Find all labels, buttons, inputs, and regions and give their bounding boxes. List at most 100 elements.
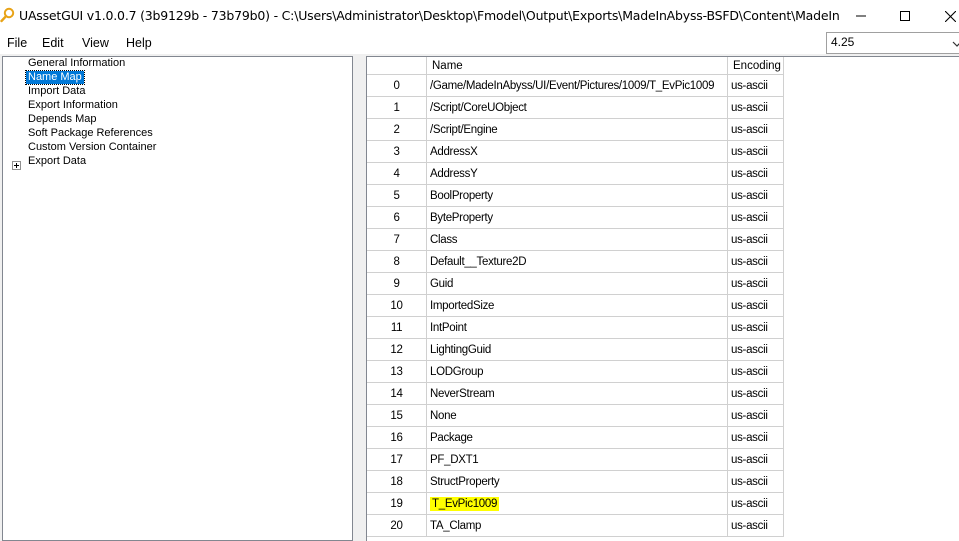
- row-index-cell[interactable]: 8: [367, 251, 427, 273]
- name-map-grid[interactable]: Name Encoding 0/Game/MadeInAbyss/UI/Even…: [366, 56, 959, 541]
- table-row[interactable]: 8 Default__Texture2D us-ascii: [367, 251, 959, 273]
- name-cell[interactable]: AddressX: [427, 141, 728, 163]
- encoding-cell[interactable]: us-ascii: [728, 229, 784, 251]
- table-row[interactable]: 0/Game/MadeInAbyss/UI/Event/Pictures/100…: [367, 75, 959, 97]
- column-header-index[interactable]: [367, 57, 427, 75]
- expand-icon[interactable]: [12, 161, 21, 170]
- row-index-cell[interactable]: 9: [367, 273, 427, 295]
- name-cell[interactable]: /Script/CoreUObject: [427, 97, 728, 119]
- name-cell[interactable]: AddressY: [427, 163, 728, 185]
- name-cell[interactable]: LightingGuid: [427, 339, 728, 361]
- row-index-cell[interactable]: 1: [367, 97, 427, 119]
- row-index-cell[interactable]: 6: [367, 207, 427, 229]
- table-row[interactable]: 3 AddressX us-ascii: [367, 141, 959, 163]
- row-index-cell[interactable]: 18: [367, 471, 427, 493]
- encoding-cell[interactable]: us-ascii: [728, 339, 784, 361]
- table-row[interactable]: 14 NeverStream us-ascii: [367, 383, 959, 405]
- encoding-cell[interactable]: us-ascii: [728, 119, 784, 141]
- column-header-encoding[interactable]: Encoding: [728, 57, 784, 75]
- encoding-cell[interactable]: us-ascii: [728, 317, 784, 339]
- table-row[interactable]: 2/Script/Engine us-ascii: [367, 119, 959, 141]
- tree-item-name-map[interactable]: Name Map: [25, 70, 85, 85]
- table-row[interactable]: 20 TA_Clamp us-ascii: [367, 515, 959, 537]
- menu-view[interactable]: View: [82, 36, 109, 50]
- table-row[interactable]: 10 ImportedSize us-ascii: [367, 295, 959, 317]
- tree-item-custom-version-container[interactable]: Custom Version Container: [26, 141, 158, 154]
- encoding-cell[interactable]: us-ascii: [728, 207, 784, 229]
- encoding-cell[interactable]: us-ascii: [728, 141, 784, 163]
- table-row[interactable]: 17 PF_DXT1 us-ascii: [367, 449, 959, 471]
- encoding-cell[interactable]: us-ascii: [728, 493, 784, 515]
- chevron-down-icon[interactable]: [951, 37, 959, 49]
- name-cell[interactable]: None: [427, 405, 728, 427]
- table-row[interactable]: 9 Guid us-ascii: [367, 273, 959, 295]
- encoding-cell[interactable]: us-ascii: [728, 515, 784, 537]
- name-cell[interactable]: PF_DXT1: [427, 449, 728, 471]
- row-index-cell[interactable]: 15: [367, 405, 427, 427]
- encoding-cell[interactable]: us-ascii: [728, 361, 784, 383]
- table-row[interactable]: 18 StructProperty us-ascii: [367, 471, 959, 493]
- engine-version-select[interactable]: 4.25: [826, 32, 959, 54]
- name-cell[interactable]: BoolProperty: [427, 185, 728, 207]
- name-cell[interactable]: /Script/Engine: [427, 119, 728, 141]
- title-bar[interactable]: UAssetGUI v1.0.0.7 (3b9129b - 73b79b0) -…: [0, 0, 959, 32]
- name-cell[interactable]: StructProperty: [427, 471, 728, 493]
- encoding-cell[interactable]: us-ascii: [728, 383, 784, 405]
- name-cell[interactable]: Default__Texture2D: [427, 251, 728, 273]
- row-index-cell[interactable]: 14: [367, 383, 427, 405]
- name-cell[interactable]: Package: [427, 427, 728, 449]
- encoding-cell[interactable]: us-ascii: [728, 295, 784, 317]
- row-index-cell[interactable]: 17: [367, 449, 427, 471]
- name-cell[interactable]: NeverStream: [427, 383, 728, 405]
- name-cell[interactable]: IntPoint: [427, 317, 728, 339]
- row-index-cell[interactable]: 13: [367, 361, 427, 383]
- asset-tree[interactable]: General Information Name Map Import Data…: [2, 56, 353, 541]
- encoding-cell[interactable]: us-ascii: [728, 185, 784, 207]
- menu-file[interactable]: File: [7, 36, 27, 50]
- table-row[interactable]: 4 AddressY us-ascii: [367, 163, 959, 185]
- name-cell[interactable]: Class: [427, 229, 728, 251]
- row-index-cell[interactable]: 4: [367, 163, 427, 185]
- row-index-cell[interactable]: 5: [367, 185, 427, 207]
- tree-item-export-information[interactable]: Export Information: [26, 99, 120, 112]
- row-index-cell[interactable]: 19: [367, 493, 427, 515]
- encoding-cell[interactable]: us-ascii: [728, 97, 784, 119]
- table-row[interactable]: 1/Script/CoreUObject us-ascii: [367, 97, 959, 119]
- row-index-cell[interactable]: 12: [367, 339, 427, 361]
- table-row[interactable]: 11 IntPoint us-ascii: [367, 317, 959, 339]
- menu-help[interactable]: Help: [126, 36, 152, 50]
- table-row[interactable]: 7 Class us-ascii: [367, 229, 959, 251]
- column-header-name[interactable]: Name: [427, 57, 728, 75]
- table-row[interactable]: 5 BoolProperty us-ascii: [367, 185, 959, 207]
- name-cell[interactable]: /Game/MadeInAbyss/UI/Event/Pictures/1009…: [427, 75, 728, 97]
- name-cell[interactable]: Guid: [427, 273, 728, 295]
- menu-edit[interactable]: Edit: [42, 36, 64, 50]
- name-cell[interactable]: TA_Clamp: [427, 515, 728, 537]
- name-cell[interactable]: ImportedSize: [427, 295, 728, 317]
- row-index-cell[interactable]: 16: [367, 427, 427, 449]
- tree-item-export-data[interactable]: Export Data: [26, 155, 88, 168]
- encoding-cell[interactable]: us-ascii: [728, 251, 784, 273]
- row-index-cell[interactable]: 10: [367, 295, 427, 317]
- encoding-cell[interactable]: us-ascii: [728, 75, 784, 97]
- row-index-cell[interactable]: 0: [367, 75, 427, 97]
- close-button[interactable]: [927, 0, 959, 32]
- table-row[interactable]: 13 LODGroup us-ascii: [367, 361, 959, 383]
- encoding-cell[interactable]: us-ascii: [728, 449, 784, 471]
- row-index-cell[interactable]: 20: [367, 515, 427, 537]
- encoding-cell[interactable]: us-ascii: [728, 427, 784, 449]
- row-index-cell[interactable]: 2: [367, 119, 427, 141]
- minimize-button[interactable]: [838, 0, 884, 32]
- row-index-cell[interactable]: 3: [367, 141, 427, 163]
- encoding-cell[interactable]: us-ascii: [728, 273, 784, 295]
- table-row[interactable]: 19 T_EvPic1009 us-ascii: [367, 493, 959, 515]
- encoding-cell[interactable]: us-ascii: [728, 405, 784, 427]
- table-row[interactable]: 6 ByteProperty us-ascii: [367, 207, 959, 229]
- tree-item-general-information[interactable]: General Information: [26, 57, 127, 70]
- encoding-cell[interactable]: us-ascii: [728, 163, 784, 185]
- name-cell[interactable]: LODGroup: [427, 361, 728, 383]
- encoding-cell[interactable]: us-ascii: [728, 471, 784, 493]
- table-row[interactable]: 12 LightingGuid us-ascii: [367, 339, 959, 361]
- name-cell[interactable]: T_EvPic1009: [427, 493, 728, 515]
- tree-item-depends-map[interactable]: Depends Map: [26, 113, 99, 126]
